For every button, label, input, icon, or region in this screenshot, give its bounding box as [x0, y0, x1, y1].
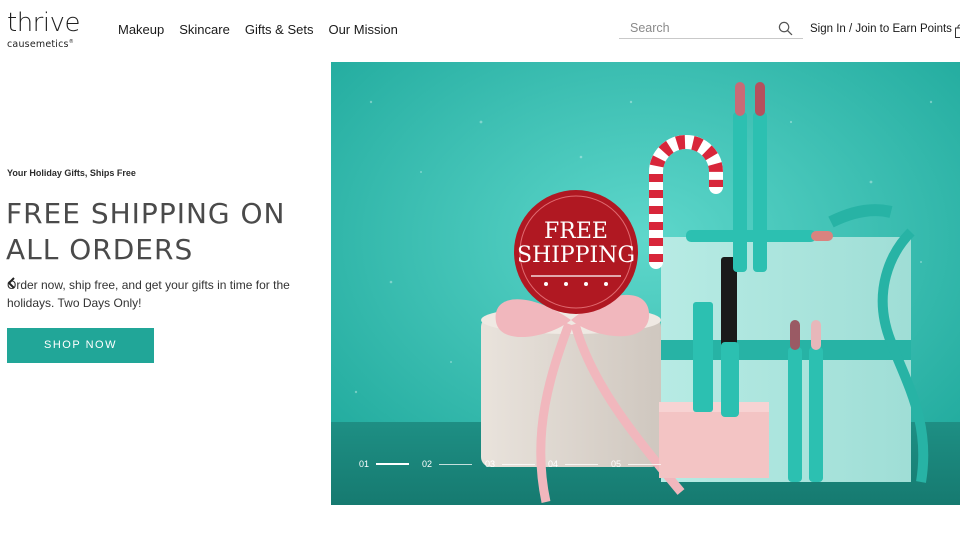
- nav-item-our-mission[interactable]: Our Mission: [328, 22, 397, 37]
- shop-now-button[interactable]: SHOP NOW: [7, 328, 154, 363]
- search-bar: [619, 18, 803, 39]
- brand-name: thrive: [7, 8, 80, 38]
- site-header: thrive causemetics® Makeup Skincare Gift…: [0, 0, 960, 60]
- bag-icon[interactable]: [955, 24, 960, 38]
- carousel-dot-line: [502, 463, 535, 465]
- carousel-dot-2[interactable]: 02: [422, 459, 485, 469]
- badge-shipping: SHIPPING: [517, 243, 635, 268]
- carousel-dot-line: [565, 463, 598, 465]
- hero-illustration: FREE SHIPPING: [331, 62, 960, 505]
- nav-item-gifts-sets[interactable]: Gifts & Sets: [245, 22, 314, 37]
- signin-link[interactable]: Sign In / Join to Earn Points: [810, 23, 952, 35]
- carousel-dot-5[interactable]: 05: [611, 459, 674, 469]
- carousel-dot-1[interactable]: 01: [359, 459, 422, 469]
- search-icon[interactable]: [778, 21, 793, 36]
- carousel-dot-3[interactable]: 03: [485, 459, 548, 469]
- carousel-pagination: 01 02 03 04 05: [359, 459, 674, 469]
- hero-banner-image[interactable]: FREE SHIPPING: [331, 62, 960, 505]
- brand-sub: causemetics®: [7, 39, 74, 51]
- search-input[interactable]: [619, 18, 769, 38]
- carousel-dot-line: [439, 463, 472, 465]
- badge-free: FREE: [544, 219, 608, 244]
- carousel-dot-4[interactable]: 04: [548, 459, 611, 469]
- nav-item-makeup[interactable]: Makeup: [118, 22, 164, 37]
- hero-body: Order now, ship free, and get your gifts…: [7, 278, 290, 310]
- carousel-dot-line: [628, 463, 661, 465]
- main-nav: Makeup Skincare Gifts & Sets Our Mission: [118, 22, 398, 37]
- chevron-left-icon[interactable]: [5, 276, 19, 290]
- hero-headline: FREE SHIPPING ON ALL ORDERS: [6, 197, 286, 266]
- brand-logo[interactable]: thrive causemetics®: [7, 10, 97, 50]
- carousel-dot-line: [376, 463, 409, 465]
- hero-eyebrow: Your Holiday Gifts, Ships Free: [7, 168, 136, 178]
- nav-item-skincare[interactable]: Skincare: [179, 22, 230, 37]
